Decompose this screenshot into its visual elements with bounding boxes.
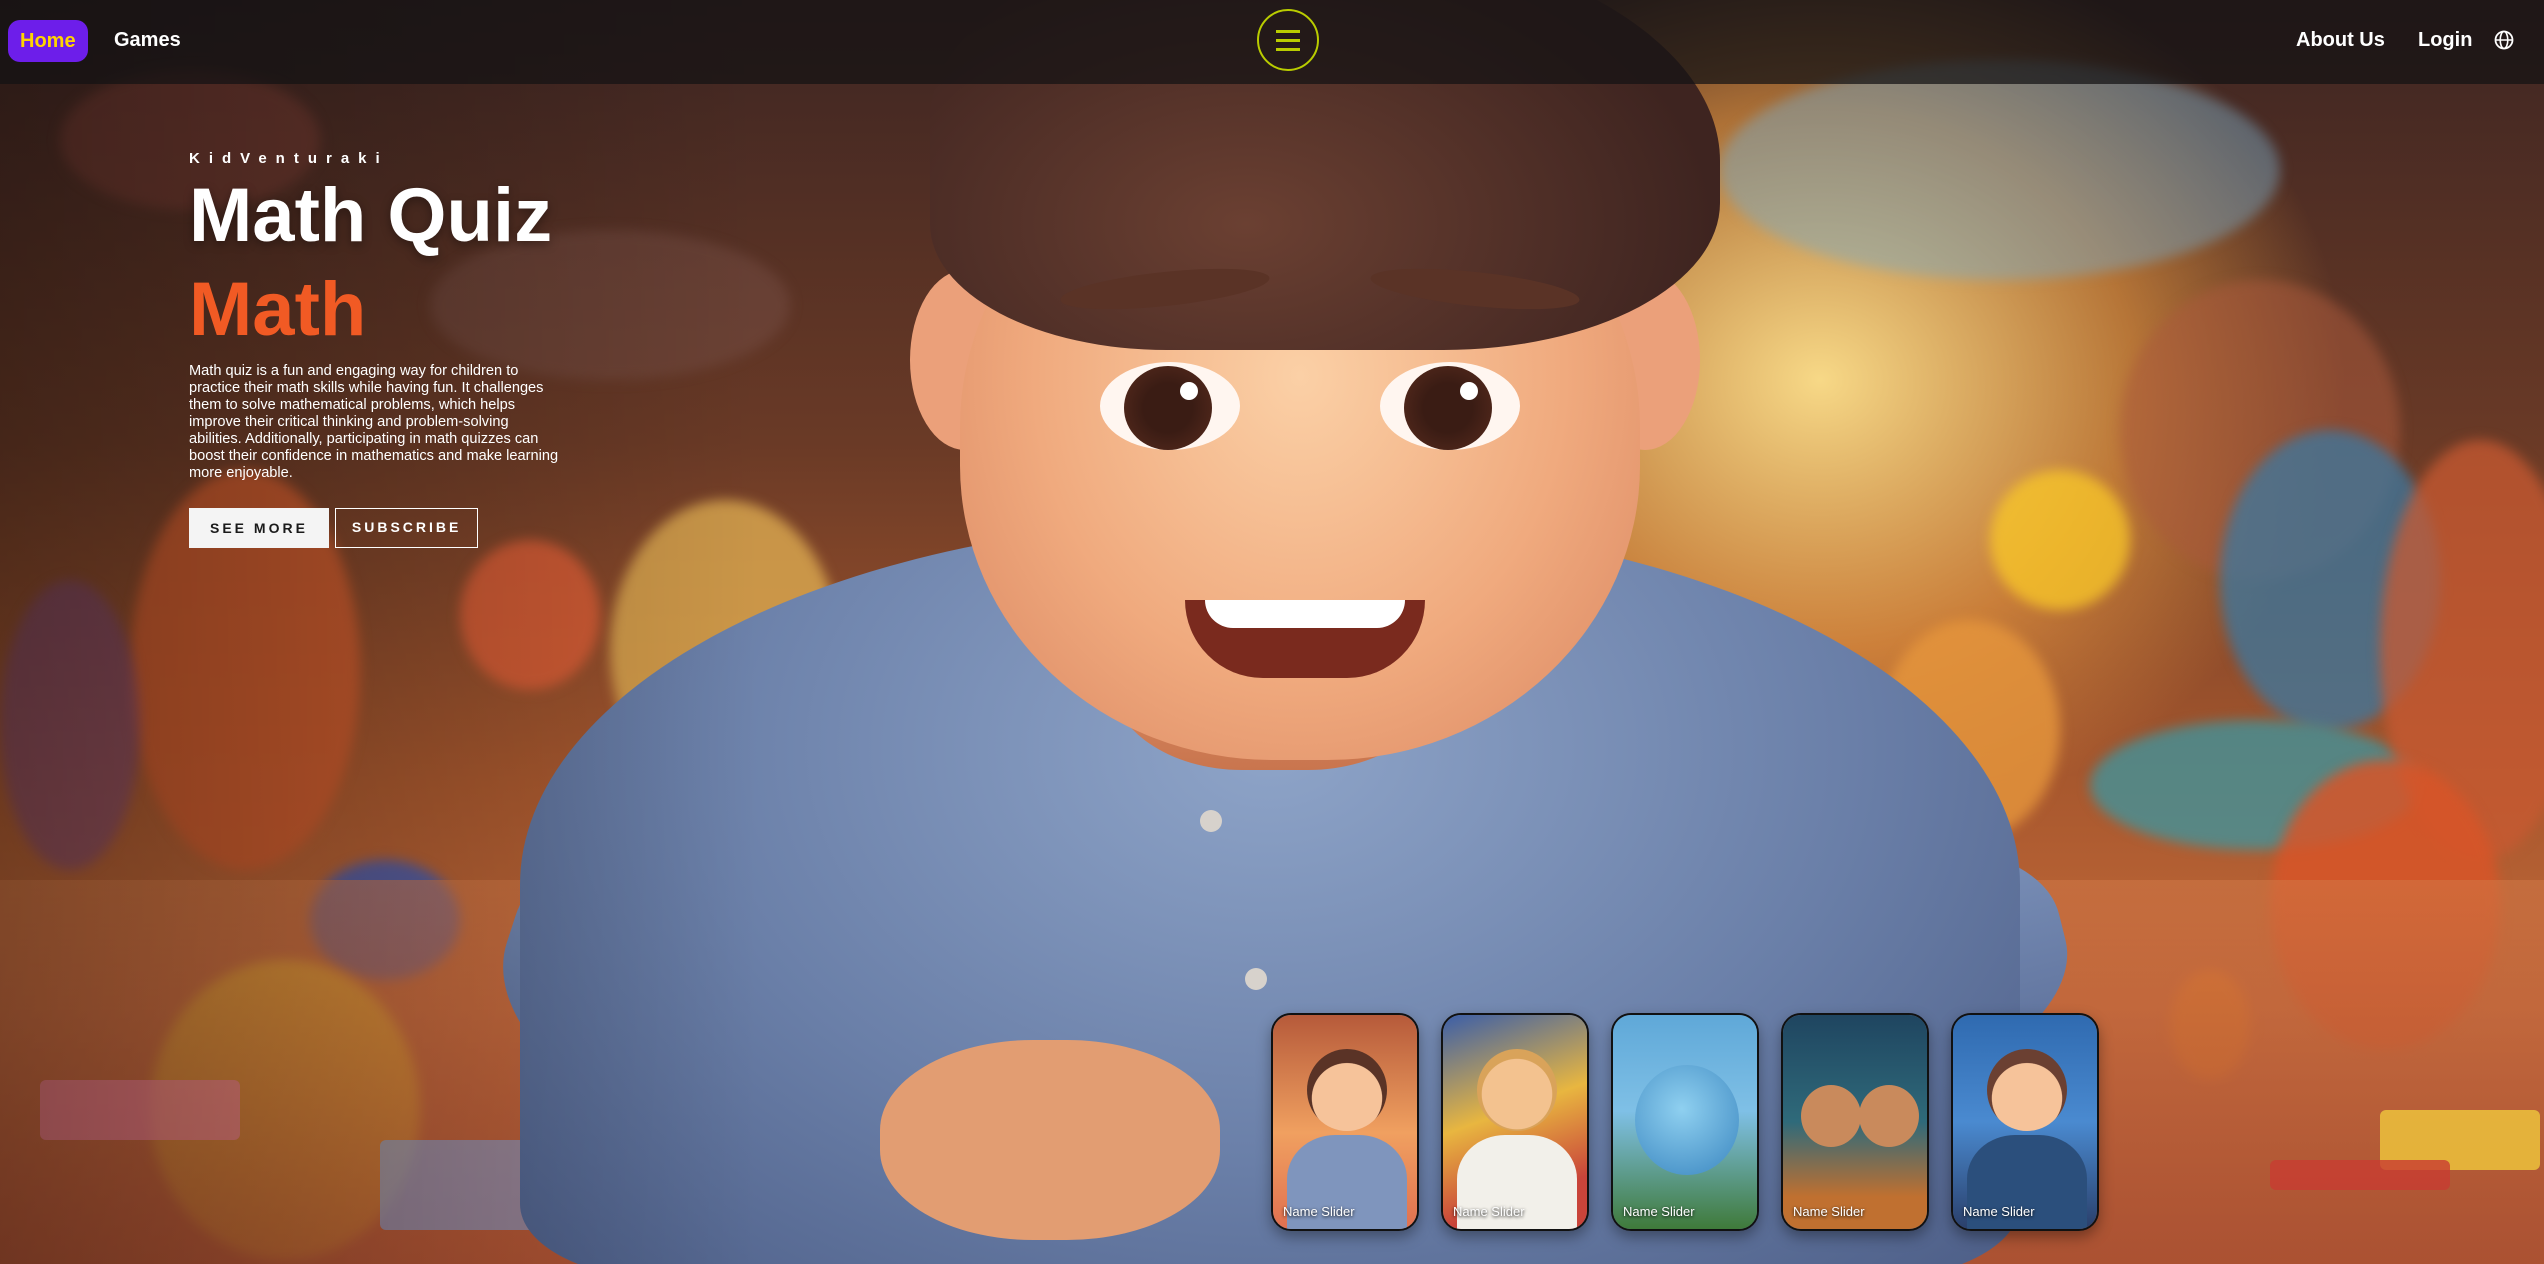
- globe-icon[interactable]: [2494, 30, 2514, 50]
- slider-item-label: Name Slider: [1453, 1204, 1525, 1219]
- page-title: Math Quiz: [189, 173, 553, 258]
- slider-item-label: Name Slider: [1623, 1204, 1695, 1219]
- slider-item-label: Name Slider: [1793, 1204, 1865, 1219]
- thumbnail-slider: Name Slider Name Slider Name Slider Name…: [1271, 1013, 2099, 1231]
- nav-about-link[interactable]: About Us: [2296, 29, 2385, 52]
- hero-buttons: SEE MORE SUBSCRIBE: [189, 508, 569, 548]
- slider-item-label: Name Slider: [1963, 1204, 2035, 1219]
- hamburger-menu-icon[interactable]: [1257, 9, 1319, 71]
- nav-games-link[interactable]: Games: [114, 29, 181, 52]
- slider-thumbnail[interactable]: Name Slider: [1441, 1013, 1589, 1231]
- topic-heading: Math: [189, 267, 367, 352]
- hero-description: Math quiz is a fun and engaging way for …: [189, 363, 559, 481]
- nav-home-link[interactable]: Home: [8, 20, 88, 62]
- see-more-button[interactable]: SEE MORE: [189, 508, 329, 548]
- nav-login-link[interactable]: Login: [2418, 29, 2472, 52]
- brand-eyebrow: KidVenturaki: [189, 150, 389, 167]
- hero-content: KidVenturaki Math Quiz Math Math quiz is…: [189, 150, 569, 548]
- slider-thumbnail[interactable]: Name Slider: [1781, 1013, 1929, 1231]
- slider-item-label: Name Slider: [1283, 1204, 1355, 1219]
- slider-thumbnail[interactable]: Name Slider: [1951, 1013, 2099, 1231]
- slider-thumbnail[interactable]: Name Slider: [1611, 1013, 1759, 1231]
- subscribe-button[interactable]: SUBSCRIBE: [334, 508, 479, 548]
- slider-thumbnail[interactable]: Name Slider: [1271, 1013, 1419, 1231]
- top-navbar: Home Games About Us Login: [0, 0, 2544, 84]
